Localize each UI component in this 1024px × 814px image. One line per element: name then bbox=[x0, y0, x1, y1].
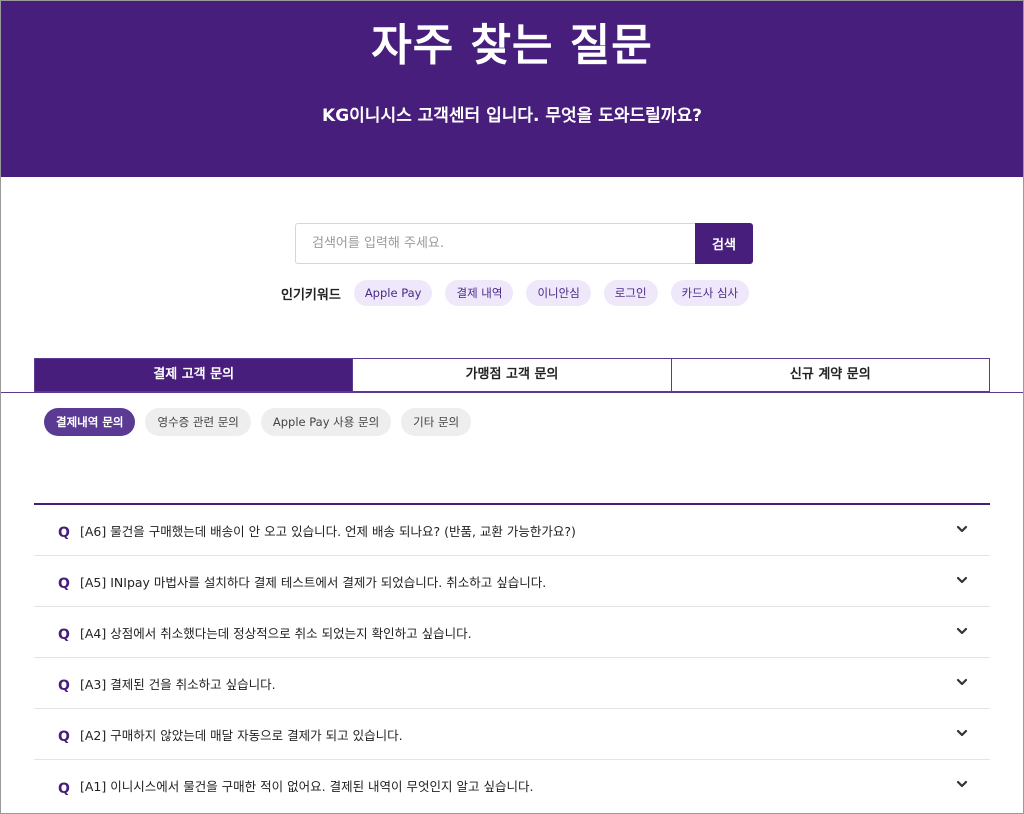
page-title: 자주 찾는 질문 bbox=[371, 20, 653, 71]
tab-divider bbox=[0, 392, 1024, 393]
faq-question: [A6] 물건을 구매했는데 배송이 안 오고 있습니다. 언제 배송 되나요?… bbox=[80, 523, 576, 539]
chevron-down-icon[interactable] bbox=[956, 625, 968, 637]
tab-merchant-customer[interactable]: 가맹점 고객 문의 bbox=[353, 358, 672, 392]
popular-keywords: 인기키워드 Apple Pay 결제 내역 이니안심 로그인 카드사 심사 bbox=[281, 280, 762, 306]
subcategory-tabs: 결제내역 문의 영수증 관련 문의 Apple Pay 사용 문의 기타 문의 bbox=[44, 408, 481, 436]
subtab-apple-pay[interactable]: Apple Pay 사용 문의 bbox=[260, 408, 392, 436]
faq-item[interactable]: Q [A6] 물건을 구매했는데 배송이 안 오고 있습니다. 언제 배송 되나… bbox=[34, 505, 990, 556]
keyword-chip-payment-history[interactable]: 결제 내역 bbox=[445, 280, 514, 306]
faq-q-marker: Q bbox=[58, 576, 70, 592]
faq-q-marker: Q bbox=[58, 525, 70, 541]
faq-item[interactable]: Q [A5] INIpay 마법사를 설치하다 결제 테스트에서 결제가 되었습… bbox=[34, 556, 990, 607]
chevron-down-icon[interactable] bbox=[956, 727, 968, 739]
chevron-down-icon[interactable] bbox=[956, 523, 968, 535]
keyword-chip-login[interactable]: 로그인 bbox=[603, 280, 658, 306]
keyword-chip-card-review[interactable]: 카드사 심사 bbox=[670, 280, 750, 306]
faq-question: [A4] 상점에서 취소했다는데 정상적으로 취소 되었는지 확인하고 싶습니다… bbox=[80, 625, 472, 641]
faq-question: [A1] 이니시스에서 물건을 구매한 적이 없어요. 결제된 내역이 무엇인지… bbox=[80, 779, 534, 794]
tab-payment-customer[interactable]: 결제 고객 문의 bbox=[34, 358, 354, 392]
faq-q-marker: Q bbox=[58, 729, 70, 745]
chevron-down-icon[interactable] bbox=[956, 676, 968, 688]
faq-item[interactable]: Q [A1] 이니시스에서 물건을 구매한 적이 없어요. 결제된 내역이 무엇… bbox=[34, 760, 990, 811]
faq-question: [A3] 결제된 건을 취소하고 싶습니다. bbox=[80, 676, 276, 692]
faq-q-marker: Q bbox=[58, 627, 70, 643]
subtab-receipt[interactable]: 영수증 관련 문의 bbox=[145, 408, 251, 436]
search-bar: 검색 bbox=[295, 223, 753, 264]
faq-item[interactable]: Q [A3] 결제된 건을 취소하고 싶습니다. bbox=[34, 658, 990, 709]
search-button[interactable]: 검색 bbox=[695, 223, 753, 264]
subtab-payment-history[interactable]: 결제내역 문의 bbox=[44, 408, 136, 436]
faq-q-marker: Q bbox=[58, 678, 70, 694]
category-tabs: 결제 고객 문의 가맹점 고객 문의 신규 계약 문의 bbox=[34, 358, 990, 392]
popular-keywords-label: 인기키워드 bbox=[281, 287, 341, 303]
page-subtitle: KG이니시스 고객센터 입니다. 무엇을 도와드릴까요? bbox=[322, 106, 702, 126]
faq-q-marker: Q bbox=[58, 780, 70, 797]
faq-question: [A2] 구매하지 않았는데 매달 자동으로 결제가 되고 있습니다. bbox=[80, 727, 403, 743]
chevron-down-icon[interactable] bbox=[956, 778, 968, 790]
faq-question: [A5] INIpay 마법사를 설치하다 결제 테스트에서 결제가 되었습니다… bbox=[80, 574, 547, 590]
keyword-chip-apple-pay[interactable]: Apple Pay bbox=[353, 280, 433, 306]
hero-banner: 자주 찾는 질문 KG이니시스 고객센터 입니다. 무엇을 도와드릴까요? bbox=[0, 0, 1024, 177]
tab-new-contract[interactable]: 신규 계약 문의 bbox=[671, 358, 990, 392]
subtab-etc[interactable]: 기타 문의 bbox=[401, 408, 472, 436]
keyword-chip-inianshim[interactable]: 이니안심 bbox=[526, 280, 591, 306]
chevron-down-icon[interactable] bbox=[956, 574, 968, 586]
faq-item[interactable]: Q [A2] 구매하지 않았는데 매달 자동으로 결제가 되고 있습니다. bbox=[34, 709, 990, 760]
faq-list: Q [A6] 물건을 구매했는데 배송이 안 오고 있습니다. 언제 배송 되나… bbox=[34, 503, 990, 811]
faq-item[interactable]: Q [A4] 상점에서 취소했다는데 정상적으로 취소 되었는지 확인하고 싶습… bbox=[34, 607, 990, 658]
search-input[interactable] bbox=[295, 223, 695, 264]
